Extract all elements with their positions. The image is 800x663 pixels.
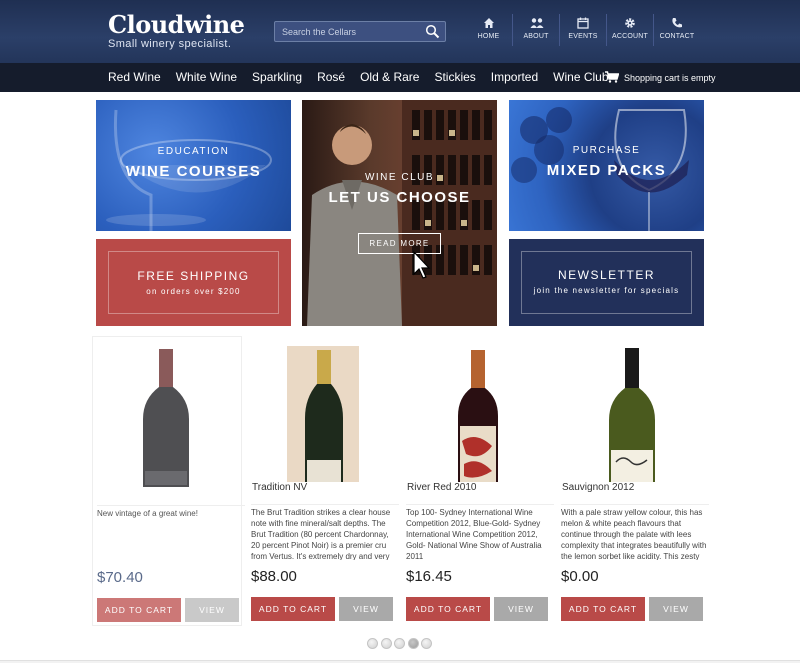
product-description: With a pale straw yellow colour, this ha… bbox=[561, 504, 709, 560]
wine-bottle-image[interactable] bbox=[561, 336, 711, 486]
top-nav-label: HOME bbox=[477, 33, 500, 40]
mouse-cursor-icon bbox=[413, 250, 431, 279]
product-description: The Brut Tradition strikes a clear house… bbox=[251, 504, 399, 560]
product-name[interactable]: Tradition NV bbox=[251, 482, 399, 496]
tile-kicker: EDUCATION bbox=[157, 146, 230, 157]
product-price: $16.45 bbox=[406, 568, 452, 585]
add-to-cart-button[interactable]: ADD TO CART bbox=[251, 597, 335, 621]
shopping-cart[interactable]: Shopping cart is empty bbox=[605, 71, 716, 85]
top-nav-label: EVENTS bbox=[568, 33, 598, 40]
free-shipping-tile[interactable]: FREE SHIPPING on orders over $200 bbox=[96, 239, 291, 326]
people-icon bbox=[530, 16, 544, 30]
view-button[interactable]: VIEW bbox=[649, 597, 703, 621]
tile-subtitle: on orders over $200 bbox=[146, 287, 241, 296]
pager-dot[interactable] bbox=[421, 638, 432, 649]
tile-title: NEWSLETTER bbox=[557, 268, 655, 282]
tile-frame bbox=[521, 251, 692, 314]
nav-stickies[interactable]: Stickies bbox=[434, 70, 475, 84]
product-description: New vintage of a great wine! bbox=[97, 505, 245, 561]
product-name[interactable]: Sauvignon 2012 bbox=[561, 482, 709, 496]
add-to-cart-button[interactable]: ADD TO CART bbox=[561, 597, 645, 621]
product-card: Sauvignon 2012 With a pale straw yellow … bbox=[561, 336, 711, 626]
top-nav-contact[interactable]: CONTACT bbox=[653, 14, 700, 46]
add-to-cart-button[interactable]: ADD TO CART bbox=[406, 597, 490, 621]
tile-title: MIXED PACKS bbox=[546, 162, 667, 179]
wine-club-tile[interactable]: WINE CLUB LET US CHOOSE READ MORE bbox=[302, 100, 497, 326]
mixed-packs-tile[interactable]: PURCHASE MIXED PACKS bbox=[509, 100, 704, 231]
home-icon bbox=[483, 16, 495, 30]
nav-sparkling[interactable]: Sparkling bbox=[252, 70, 302, 84]
cart-status-text: Shopping cart is empty bbox=[624, 73, 716, 83]
nav-red-wine[interactable]: Red Wine bbox=[108, 70, 161, 84]
tile-subtitle: join the newsletter for specials bbox=[533, 286, 680, 295]
gear-icon bbox=[624, 16, 636, 30]
tile-title: LET US CHOOSE bbox=[328, 189, 471, 206]
top-nav-label: CONTACT bbox=[659, 33, 695, 40]
view-button[interactable]: VIEW bbox=[339, 597, 393, 621]
tile-title: FREE SHIPPING bbox=[137, 269, 250, 283]
top-nav-home[interactable]: HOME bbox=[465, 14, 512, 46]
product-name[interactable]: River Red 2010 bbox=[406, 482, 554, 496]
phone-icon bbox=[671, 16, 683, 30]
tile-kicker: WINE CLUB bbox=[364, 172, 435, 183]
top-nav-label: ACCOUNT bbox=[611, 33, 648, 40]
main-nav: Red Wine White Wine Sparkling Rosé Old &… bbox=[0, 63, 800, 92]
cart-icon bbox=[605, 71, 624, 85]
search-input[interactable] bbox=[275, 22, 423, 41]
cellar-photo bbox=[307, 100, 497, 326]
tile-title: WINE COURSES bbox=[125, 163, 262, 180]
wine-bottle-image[interactable] bbox=[251, 336, 401, 486]
product-card: Tradition NV The Brut Tradition strikes … bbox=[251, 336, 401, 626]
top-nav-events[interactable]: EVENTS bbox=[559, 14, 606, 46]
wine-bottle-image[interactable] bbox=[406, 336, 556, 486]
calendar-icon bbox=[577, 16, 589, 30]
product-price: $88.00 bbox=[251, 568, 297, 585]
nav-white-wine[interactable]: White Wine bbox=[176, 70, 237, 84]
tile-kicker: PURCHASE bbox=[572, 145, 641, 156]
add-to-cart-button[interactable]: ADD TO CART bbox=[97, 598, 181, 622]
nav-wine-club[interactable]: Wine Club bbox=[553, 70, 608, 84]
pager-dot[interactable] bbox=[367, 638, 378, 649]
top-nav: HOME ABOUT EVENTS ACCOUNT CONTACT bbox=[465, 14, 700, 46]
search-icon[interactable] bbox=[425, 24, 440, 39]
carousel-pager bbox=[367, 638, 435, 649]
pager-dot[interactable] bbox=[380, 638, 392, 649]
newsletter-tile[interactable]: NEWSLETTER join the newsletter for speci… bbox=[509, 239, 704, 326]
top-nav-label: ABOUT bbox=[523, 33, 549, 40]
pager-dot[interactable] bbox=[394, 638, 405, 649]
logo-title[interactable]: Cloudwine bbox=[108, 10, 245, 39]
search-box bbox=[274, 21, 446, 42]
nav-rose[interactable]: Rosé bbox=[317, 70, 345, 84]
wine-bottle-image[interactable] bbox=[93, 337, 243, 487]
product-card: River Red 2010 Top 100- Sydney Internati… bbox=[406, 336, 556, 626]
logo-tagline: Small winery specialist. bbox=[108, 38, 232, 50]
product-price: $0.00 bbox=[561, 568, 599, 585]
nav-old-rare[interactable]: Old & Rare bbox=[360, 70, 419, 84]
product-description: Top 100- Sydney International Wine Compe… bbox=[406, 504, 554, 560]
nav-imported[interactable]: Imported bbox=[491, 70, 538, 84]
product-price: $70.40 bbox=[97, 569, 143, 586]
pager-dot-active[interactable] bbox=[407, 638, 419, 649]
site-header: Cloudwine Small winery specialist. HOME … bbox=[0, 0, 800, 63]
wine-courses-tile[interactable]: EDUCATION WINE COURSES bbox=[96, 100, 291, 231]
view-button[interactable]: VIEW bbox=[185, 598, 239, 622]
top-nav-about[interactable]: ABOUT bbox=[512, 14, 559, 46]
view-button[interactable]: VIEW bbox=[494, 597, 548, 621]
product-card: New vintage of a great wine! $70.40 ADD … bbox=[92, 336, 245, 626]
top-nav-account[interactable]: ACCOUNT bbox=[606, 14, 653, 46]
